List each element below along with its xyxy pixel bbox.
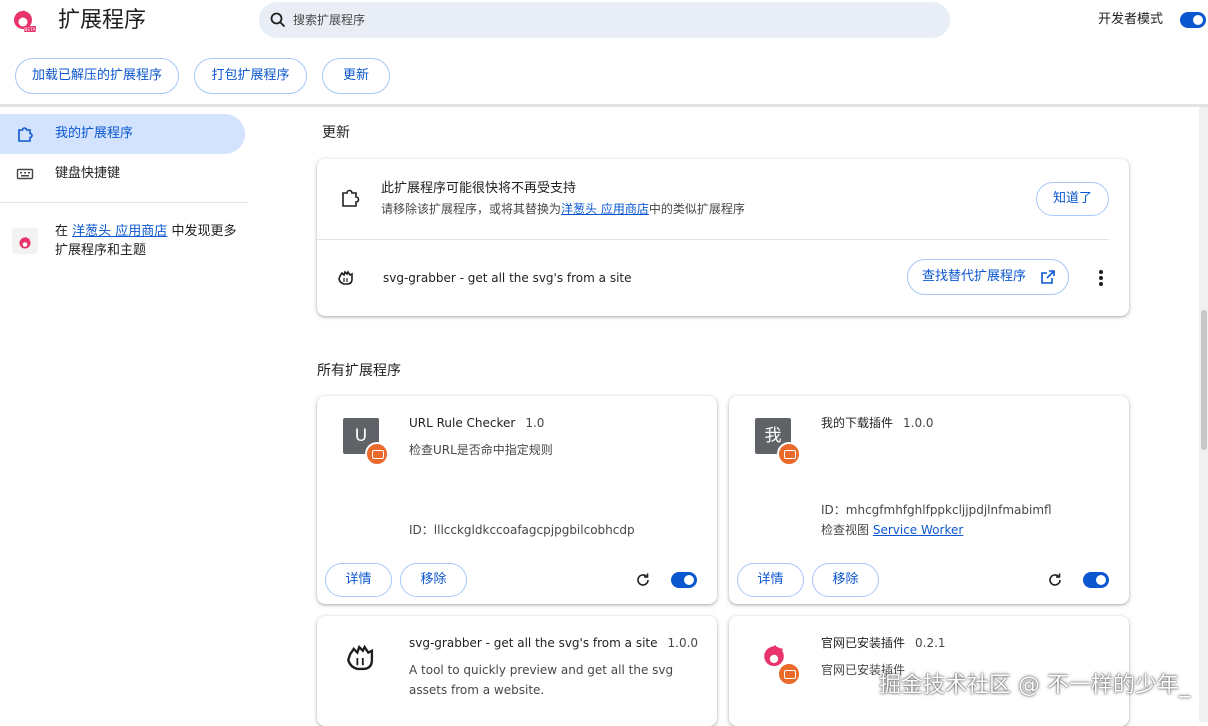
extension-title: 官网已安装插件 (821, 636, 906, 650)
dev-mode-label: 开发者模式 (1098, 12, 1164, 27)
remove-button[interactable]: 移除 (812, 563, 879, 597)
dev-mode-toggle[interactable] (1180, 12, 1206, 28)
details-button[interactable]: 详情 (325, 563, 392, 597)
header-divider (0, 104, 1208, 107)
updates-section-title: 更新 (322, 125, 350, 141)
extension-id-value: mhcgfmhfghlfppkcljjpdjlnfmabimfl (845, 503, 1052, 517)
extension-enable-toggle[interactable] (671, 572, 697, 588)
extension-version: 0.2.1 (915, 636, 946, 650)
hand-icon (335, 267, 357, 289)
extension-name: 官网已安装插件 0.2.1 (821, 635, 946, 651)
search-bar[interactable]: 搜索扩展程序 (259, 2, 950, 38)
extension-name: svg-grabber - get all the svg's from a s… (409, 635, 698, 651)
find-alternative-label: 查找替代扩展程序 (922, 269, 1027, 284)
pack-extension-button[interactable]: 打包扩展程序 (194, 58, 307, 94)
store-link[interactable]: 洋葱头 应用商店 (72, 224, 167, 239)
sidebar-item-keyboard-shortcuts[interactable]: 键盘快捷键 (0, 154, 245, 194)
page-title: 扩展程序 (58, 8, 147, 33)
warning-desc-prefix: 请移除该扩展程序，或将其替换为 (381, 202, 562, 216)
extension-title: URL Rule Checker (409, 416, 516, 430)
sidebar-divider (0, 202, 248, 203)
acknowledge-button[interactable]: 知道了 (1036, 182, 1109, 216)
sidebar-item-label: 键盘快捷键 (55, 166, 121, 181)
more-options-icon[interactable] (1095, 270, 1107, 288)
extension-card: U URL Rule Checker 1.0 检查URL是否命中指定规则 ID：l… (317, 396, 717, 604)
store-icon (12, 228, 38, 254)
extension-description: A tool to quickly preview and get all th… (409, 663, 674, 697)
unpacked-badge-icon (777, 662, 801, 686)
extension-id: ID：mhcgfmhfghlfppkcljjpdjlnfmabimfl (821, 502, 1052, 518)
extension-enable-toggle[interactable] (1083, 572, 1109, 588)
load-unpacked-button[interactable]: 加载已解压的扩展程序 (15, 58, 179, 94)
open-in-new-icon (1041, 270, 1055, 284)
extension-card: 我 我的下载插件 1.0.0 ID：mhcgfmhfghlfppkcljjpdjl… (729, 396, 1129, 604)
extension-title: svg-grabber - get all the svg's from a s… (409, 636, 658, 650)
warning-description: 请移除该扩展程序，或将其替换为洋葱头 应用商店中的类似扩展程序 (381, 201, 745, 218)
warning-title: 此扩展程序可能很快将不再受支持 (381, 181, 577, 196)
update-warning-card: 此扩展程序可能很快将不再受支持 请移除该扩展程序，或将其替换为洋葱头 应用商店中… (317, 159, 1129, 316)
unsupported-extension-name: svg-grabber - get all the svg's from a s… (383, 271, 632, 285)
search-input[interactable]: 搜索扩展程序 (293, 12, 365, 28)
unpacked-badge-icon (777, 442, 801, 466)
sidebar-item-my-extensions[interactable]: 我的扩展程序 (0, 114, 245, 154)
extension-version: 1.0 (525, 416, 545, 430)
keyboard-icon (16, 165, 34, 183)
extension-id-label: ID： (821, 503, 846, 517)
reload-icon[interactable] (635, 572, 651, 588)
hand-icon (341, 638, 381, 678)
store-promo-text: 在 洋葱头 应用商店 中发现更多扩展程序和主题 (55, 222, 245, 260)
puzzle-icon (16, 125, 34, 143)
svg-text:BETA: BETA (24, 27, 36, 33)
card-divider (317, 239, 1109, 240)
unpacked-badge-icon (365, 442, 389, 466)
search-icon (269, 11, 287, 29)
extension-id-label: ID： (409, 523, 434, 537)
sidebar-item-label: 我的扩展程序 (55, 126, 134, 141)
extension-version: 1.0.0 (667, 636, 699, 650)
update-button[interactable]: 更新 (322, 58, 390, 94)
scrollbar-thumb[interactable] (1201, 310, 1207, 450)
watermark-text: 掘金技术社区 @ 不一样的少年_ (879, 673, 1190, 698)
extension-card: svg-grabber - get all the svg's from a s… (317, 616, 717, 726)
extension-name: 我的下载插件 1.0.0 (821, 415, 934, 431)
extension-title: 我的下载插件 (821, 416, 894, 430)
remove-button[interactable]: 移除 (400, 563, 467, 597)
find-alternative-button[interactable]: 查找替代扩展程序 (907, 259, 1069, 295)
details-button[interactable]: 详情 (737, 563, 804, 597)
extension-description: 检查URL是否命中指定规则 (409, 443, 553, 457)
app-logo-icon: BETA (10, 6, 38, 34)
puzzle-icon (339, 187, 361, 209)
service-worker-link[interactable]: Service Worker (873, 523, 963, 537)
extension-version: 1.0.0 (903, 416, 934, 430)
all-extensions-section-title: 所有扩展程序 (317, 363, 401, 379)
reload-icon[interactable] (1047, 572, 1063, 588)
extension-name: URL Rule Checker 1.0 (409, 415, 544, 431)
extension-id: ID：lllcckgldkccoafagcpjpgbilcobhcdp (409, 522, 635, 538)
inspect-views: 检查视图 Service Worker (821, 522, 963, 538)
store-link[interactable]: 洋葱头 应用商店 (561, 202, 649, 216)
warning-desc-suffix: 中的类似扩展程序 (648, 202, 745, 216)
extension-id-value: lllcckgldkccoafagcpjpgbilcobhcdp (433, 523, 635, 537)
inspect-views-label: 检查视图 (821, 523, 870, 537)
promo-prefix: 在 (55, 224, 69, 239)
